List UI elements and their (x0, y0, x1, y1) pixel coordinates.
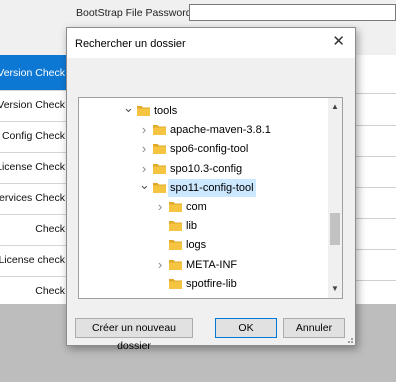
folder-icon (153, 182, 166, 193)
dialog-titlebar[interactable]: Rechercher un dossier ✕ (67, 28, 355, 58)
tree-node-label: META-INF (186, 258, 238, 271)
chevron-right-icon[interactable]: › (139, 121, 149, 139)
tree-node[interactable]: spotfire-lib (155, 275, 342, 293)
chevron-right-icon[interactable]: › (155, 256, 165, 274)
folder-tree[interactable]: ▲ ▼ ⌄ tools › apache-maven-3.8.1 › spo6-confi… (78, 97, 343, 299)
check-item-services[interactable]: Services Check (0, 183, 67, 213)
tree-node[interactable]: ⌄ spo11-config-tool (139, 176, 339, 197)
folder-icon (137, 297, 150, 299)
chevron-down-icon[interactable]: ⌄ (139, 176, 150, 194)
tree-node-label: Utilisateurs (154, 294, 208, 298)
tree-node-label: lib (186, 220, 198, 233)
close-icon[interactable]: ✕ (332, 33, 345, 51)
check-list-panel: Version Check Version Check Config Check… (0, 55, 68, 304)
tree-node[interactable]: lib (155, 217, 342, 235)
tree-node-label: apache-maven-3.8.1 (170, 124, 271, 137)
check-item-version[interactable]: Version Check (0, 55, 67, 90)
tree-node-label: tools (154, 105, 178, 117)
tree-node[interactable]: › apache-maven-3.8.1 (139, 121, 339, 139)
chevron-down-icon[interactable]: ⌄ (123, 99, 134, 117)
tree-node[interactable]: › spo6-config-tool (139, 140, 339, 158)
folder-icon (153, 163, 166, 174)
resize-grip-icon[interactable] (345, 335, 353, 343)
scroll-up-icon[interactable]: ▲ (328, 100, 342, 114)
check-item-version-2[interactable]: Version Check (0, 90, 67, 120)
folder-icon (153, 144, 166, 155)
folder-icon (153, 125, 166, 136)
folder-icon (169, 240, 182, 251)
folder-icon (137, 106, 150, 116)
tree-node-label: spotfire-lib (186, 277, 237, 290)
check-item-5[interactable]: Check (0, 214, 67, 244)
ok-button[interactable]: OK (215, 318, 277, 338)
chevron-right-icon[interactable]: › (139, 140, 149, 158)
tree-node[interactable]: › com (155, 198, 342, 216)
tree-node-label: spo11-config-tool (168, 178, 256, 197)
folder-icon (169, 278, 182, 289)
tree-node[interactable]: › META-INF (155, 256, 342, 274)
check-item-license-check[interactable]: License check (0, 245, 67, 275)
tree-node-label: com (186, 201, 207, 213)
check-item-config[interactable]: Config Check (0, 121, 67, 151)
new-folder-button[interactable]: Créer un nouveau dossier (75, 318, 193, 352)
check-item-license[interactable]: Spotfire License Check (0, 152, 67, 182)
folder-icon (169, 202, 182, 212)
chevron-right-icon[interactable]: › (123, 294, 133, 298)
tree-node[interactable]: logs (155, 236, 342, 254)
dialog-title: Rechercher un dossier (75, 38, 186, 50)
tree-node-label: logs (186, 239, 207, 252)
password-input[interactable] (189, 4, 396, 21)
tree-node[interactable]: ⌄ tools (123, 99, 323, 120)
cancel-button[interactable]: Annuler (283, 318, 345, 338)
tree-node-label: spo10.3-config (170, 162, 243, 175)
browse-folder-dialog: Rechercher un dossier ✕ ▲ ▼ ⌄ tools › apach… (66, 27, 356, 352)
folder-icon (169, 259, 182, 270)
password-label: BootStrap File Password : (76, 7, 198, 19)
tree-node-label: spo6-config-tool (170, 143, 249, 156)
tree-node[interactable]: › Utilisateurs (123, 294, 323, 299)
folder-icon (169, 221, 182, 232)
chevron-right-icon[interactable]: › (155, 198, 165, 216)
tree-node[interactable]: › spo10.3-config (139, 160, 339, 178)
check-item-7[interactable]: Check (0, 276, 67, 306)
